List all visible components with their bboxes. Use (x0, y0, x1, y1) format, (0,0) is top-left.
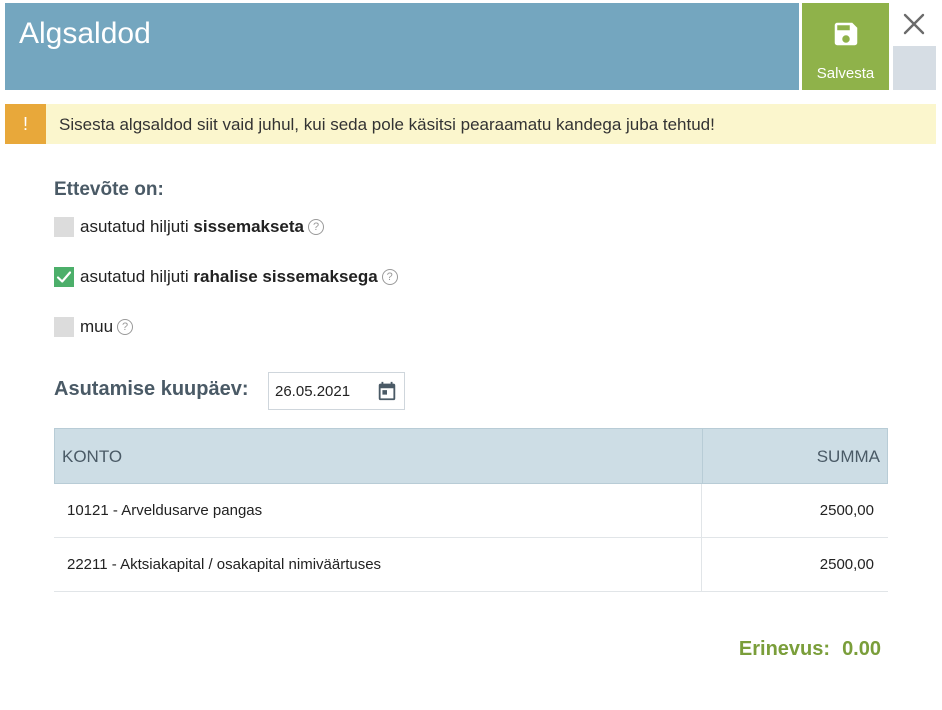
checkmark-icon (56, 271, 72, 283)
close-icon (903, 13, 925, 35)
option-monetary-contribution[interactable]: asutatud hiljuti rahalise sissemaksega ? (54, 266, 398, 288)
balances-table: KONTO SUMMA 10121 - Arveldusarve pangas … (54, 428, 888, 592)
founding-date-field[interactable] (268, 372, 405, 410)
amount-cell[interactable]: 2500,00 (820, 502, 874, 519)
checkbox-checked[interactable] (54, 267, 74, 287)
column-header-amount: SUMMA (816, 447, 880, 466)
option-label: asutatud hiljuti rahalise sissemaksega (80, 267, 378, 286)
help-icon[interactable]: ? (381, 269, 398, 285)
floppy-disk-icon (834, 22, 858, 46)
close-button[interactable] (898, 8, 930, 40)
difference-summary: Erinevus: 0.00 (739, 638, 881, 661)
exclamation-icon: ! (5, 104, 46, 144)
help-icon[interactable]: ? (308, 219, 324, 235)
save-button[interactable]: Salvesta (802, 3, 889, 90)
dialog-header: Algsaldod (5, 3, 799, 90)
warning-text: Sisesta algsaldod siit vaid juhul, kui s… (59, 115, 715, 134)
checkbox-unchecked[interactable] (54, 217, 74, 237)
save-button-label: Salvesta (816, 65, 875, 82)
amount-cell[interactable]: 2500,00 (820, 556, 874, 573)
company-status-label: Ettevõte on: (54, 179, 164, 200)
help-icon[interactable]: ? (117, 319, 134, 335)
difference-label: Erinevus: (738, 638, 831, 660)
calendar-icon[interactable] (376, 380, 398, 402)
account-cell: 22211 - Aktsiakapital / osakapital nimiv… (67, 556, 382, 573)
founding-date-input[interactable] (275, 381, 370, 401)
option-label: asutatud hiljuti sissemakseta (80, 217, 304, 236)
column-header-account: KONTO (62, 447, 123, 466)
warning-banner: ! Sisesta algsaldod siit vaid juhul, kui… (5, 104, 936, 144)
option-without-contribution[interactable]: asutatud hiljuti sissemakseta ? (54, 216, 324, 238)
table-row[interactable]: 22211 - Aktsiakapital / osakapital nimiv… (54, 538, 888, 592)
option-label: muu (80, 317, 114, 336)
page-title: Algsaldod (19, 17, 151, 50)
account-cell: 10121 - Arveldusarve pangas (67, 502, 263, 519)
table-row[interactable]: 10121 - Arveldusarve pangas 2500,00 (54, 484, 888, 538)
side-panel-block (893, 46, 936, 90)
founding-date-label: Asutamise kuupäev: (54, 378, 249, 400)
option-other[interactable]: muu ? (54, 316, 134, 338)
checkbox-unchecked[interactable] (54, 317, 74, 337)
table-header: KONTO SUMMA (54, 428, 888, 484)
difference-value: 0.00 (842, 638, 881, 660)
